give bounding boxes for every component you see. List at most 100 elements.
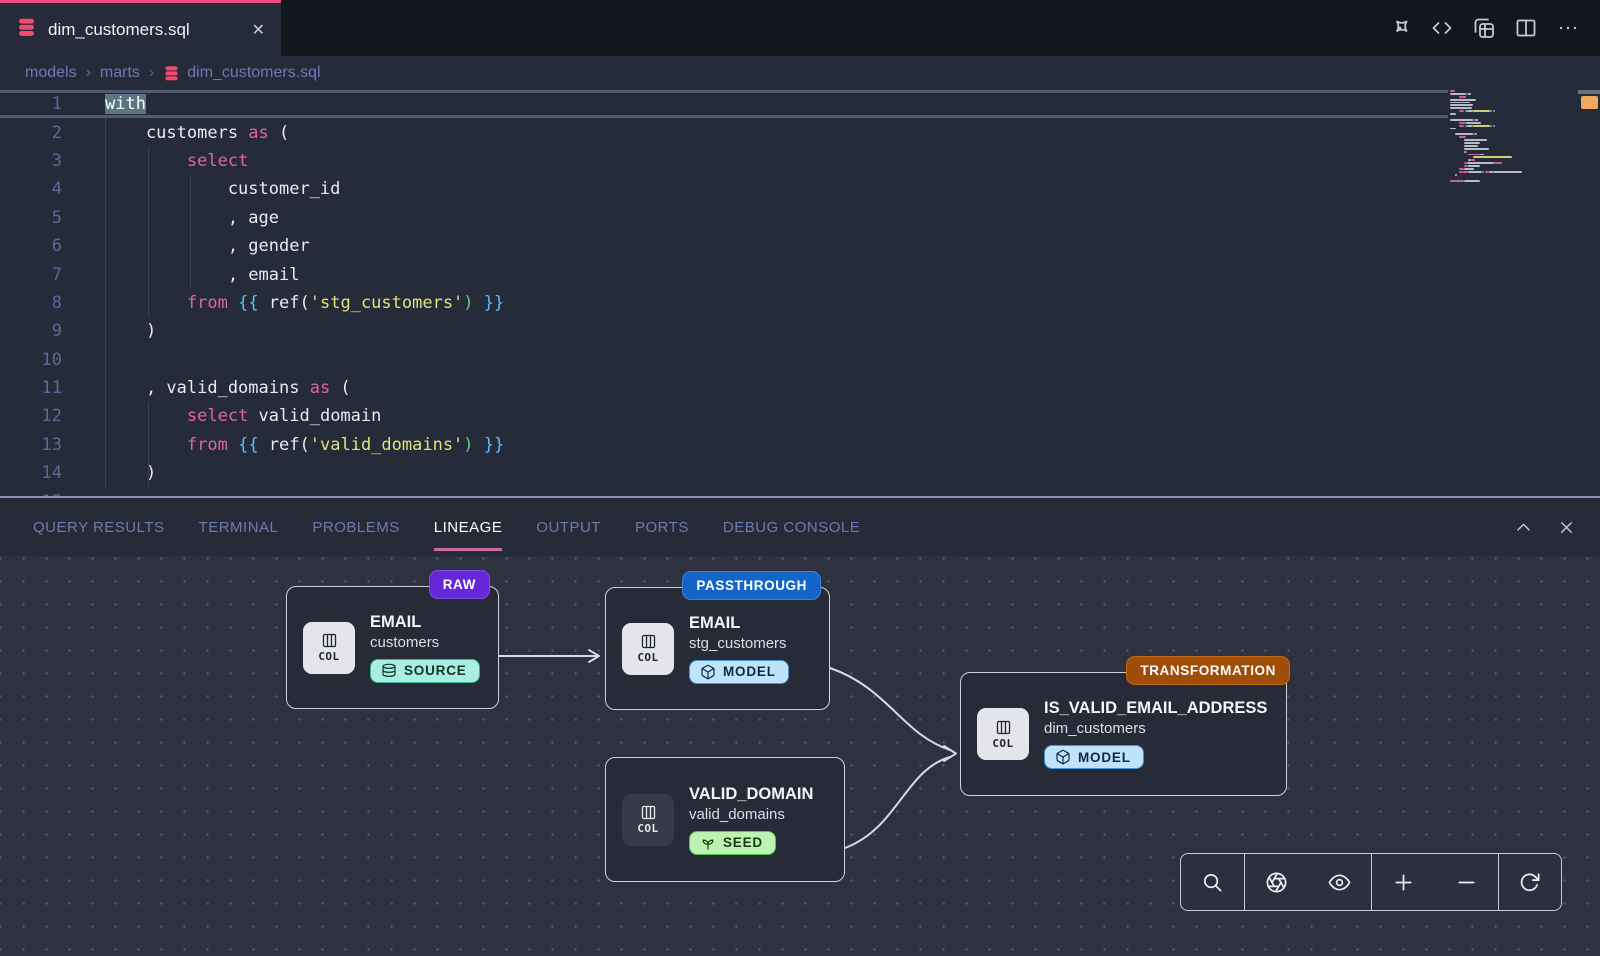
panel-tabs: QUERY RESULTSTERMINALPROBLEMSLINEAGEOUTP… — [16, 498, 877, 556]
line-number: 4 — [0, 179, 72, 199]
zoom-in-button[interactable] — [1376, 854, 1432, 910]
breadcrumb-separator: › — [86, 64, 91, 82]
node-title: IS_VALID_EMAIL_ADDRESS — [1044, 699, 1267, 718]
line-number: 12 — [0, 406, 72, 426]
line-number: 10 — [0, 350, 72, 370]
scrollbar-thumb[interactable] — [1578, 90, 1600, 94]
node-subtitle: stg_customers — [689, 635, 789, 652]
overview-ruler[interactable] — [1578, 90, 1600, 496]
breadcrumb: models › marts › dim_customers.sql — [0, 56, 1600, 90]
panel-actions — [1514, 498, 1576, 556]
code-line[interactable]: 10 — [0, 346, 1448, 374]
lineage-node-stg_customers[interactable]: PASSTHROUGHCOL EMAIL stg_customers MODEL — [605, 587, 830, 710]
code-lines: 1with2 customers as (3 select4 customer_… — [0, 90, 1448, 496]
line-number: 5 — [0, 208, 72, 228]
panel-tab-problems[interactable]: PROBLEMS — [295, 498, 416, 556]
split-editor-icon[interactable] — [1509, 12, 1542, 45]
line-number: 14 — [0, 463, 72, 483]
line-number: 2 — [0, 123, 72, 143]
close-tab-icon[interactable]: ✕ — [252, 20, 265, 40]
tab-title: dim_customers.sql — [48, 20, 241, 40]
search-button[interactable] — [1185, 854, 1241, 910]
ruler-marker — [1581, 96, 1598, 109]
code-line[interactable]: 11 , valid_domains as ( — [0, 374, 1448, 402]
node-badge-raw: RAW — [429, 570, 490, 599]
node-subtitle: dim_customers — [1044, 720, 1267, 737]
node-tag-model[interactable]: MODEL — [689, 660, 789, 684]
panel-tab-debug-console[interactable]: DEBUG CONSOLE — [706, 498, 877, 556]
cube-icon — [700, 664, 716, 680]
database-icon — [381, 663, 397, 679]
aperture-button[interactable] — [1249, 854, 1305, 910]
code-line[interactable]: 14 ) — [0, 459, 1448, 487]
code-line[interactable]: 13 from {{ ref('valid_domains') }} — [0, 431, 1448, 459]
code-line[interactable]: 9 ) — [0, 317, 1448, 345]
code-line[interactable]: 8 from {{ ref('stg_customers') }} — [0, 289, 1448, 317]
lineage-node-customers[interactable]: RAWCOL EMAIL customers SOURCE — [286, 586, 499, 709]
line-number: 6 — [0, 236, 72, 256]
zoom-out-button[interactable] — [1439, 854, 1495, 910]
minimap[interactable] — [1448, 90, 1568, 496]
lineage-canvas[interactable]: RAWCOL EMAIL customers SOURCEPASSTHROUGH… — [0, 556, 1600, 956]
database-icon — [163, 65, 180, 82]
code-line[interactable]: 1with — [0, 90, 1448, 118]
panel-tab-query-results[interactable]: QUERY RESULTS — [16, 498, 182, 556]
node-badge-transformation: TRANSFORMATION — [1126, 656, 1290, 685]
node-subtitle: customers — [370, 634, 480, 651]
node-tag-source[interactable]: SOURCE — [370, 659, 480, 683]
refresh-button[interactable] — [1502, 854, 1558, 910]
node-badge-passthrough: PASSTHROUGH — [682, 571, 821, 600]
node-title: EMAIL — [689, 614, 789, 633]
code-icon[interactable] — [1425, 12, 1458, 45]
line-number: 8 — [0, 293, 72, 313]
line-number: 9 — [0, 321, 72, 341]
node-tag-model[interactable]: MODEL — [1044, 745, 1144, 769]
line-number: 1 — [0, 94, 72, 114]
eye-button[interactable] — [1312, 854, 1368, 910]
code-line[interactable]: 7 , email — [0, 260, 1448, 288]
cube-icon — [1055, 749, 1071, 765]
node-title: VALID_DOMAIN — [689, 785, 813, 804]
panel-header: QUERY RESULTSTERMINALPROBLEMSLINEAGEOUTP… — [0, 498, 1600, 556]
lineage-node-valid_domains[interactable]: COL VALID_DOMAIN valid_domains SEED — [605, 757, 845, 882]
code-line[interactable]: 5 , age — [0, 204, 1448, 232]
code-line[interactable]: 15 — [0, 487, 1448, 496]
code-line[interactable]: 3 select — [0, 147, 1448, 175]
lineage-node-dim_customers[interactable]: TRANSFORMATIONCOL IS_VALID_EMAIL_ADDRESS… — [960, 672, 1287, 796]
bottom-panel: QUERY RESULTSTERMINALPROBLEMSLINEAGEOUTP… — [0, 496, 1600, 956]
close-panel-icon[interactable] — [1557, 518, 1576, 537]
dbt-icon[interactable] — [1383, 12, 1416, 45]
line-number: 3 — [0, 151, 72, 171]
code-editor[interactable]: 1with2 customers as (3 select4 customer_… — [0, 90, 1600, 496]
lineage-toolbar — [1180, 853, 1562, 911]
code-line[interactable]: 12 select valid_domain — [0, 402, 1448, 430]
node-subtitle: valid_domains — [689, 806, 813, 823]
collapse-panel-icon[interactable] — [1514, 518, 1533, 537]
app-window: dim_customers.sql ✕ models › marts › dim_cus… — [0, 0, 1600, 956]
panel-tab-lineage[interactable]: LINEAGE — [417, 498, 520, 556]
breadcrumb-file[interactable]: dim_customers.sql — [163, 64, 320, 82]
panel-tab-ports[interactable]: PORTS — [618, 498, 706, 556]
code-line[interactable]: 4 customer_id — [0, 175, 1448, 203]
code-line[interactable]: 6 , gender — [0, 232, 1448, 260]
table-copy-icon[interactable] — [1467, 12, 1500, 45]
tab-dim-customers[interactable]: dim_customers.sql ✕ — [0, 0, 281, 56]
sprout-icon — [700, 835, 716, 851]
line-number: 11 — [0, 378, 72, 398]
panel-tab-terminal[interactable]: TERMINAL — [182, 498, 296, 556]
column-icon: COL — [622, 794, 674, 846]
breadcrumb-item[interactable]: marts — [100, 64, 140, 82]
breadcrumb-item[interactable]: models — [25, 64, 77, 82]
column-icon: COL — [622, 623, 674, 675]
node-tag-seed[interactable]: SEED — [689, 831, 776, 855]
breadcrumb-separator: › — [149, 64, 154, 82]
column-icon: COL — [303, 622, 355, 674]
line-number: 7 — [0, 265, 72, 285]
database-icon — [16, 17, 37, 43]
code-line[interactable]: 2 customers as ( — [0, 118, 1448, 146]
more-actions-icon[interactable] — [1551, 12, 1584, 45]
editor-tab-bar: dim_customers.sql ✕ — [0, 0, 1600, 56]
line-number: 13 — [0, 435, 72, 455]
panel-tab-output[interactable]: OUTPUT — [519, 498, 618, 556]
node-title: EMAIL — [370, 613, 480, 632]
